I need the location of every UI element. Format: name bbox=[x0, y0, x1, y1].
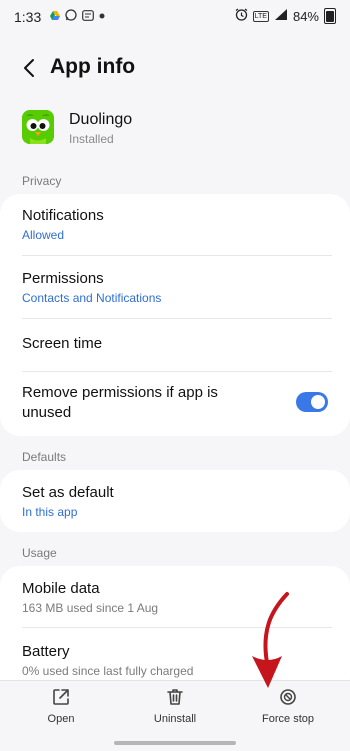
screen-time-item[interactable]: Screen time bbox=[22, 334, 332, 354]
uninstall-label: Uninstall bbox=[153, 713, 197, 725]
screen-time-title: Screen time bbox=[22, 335, 103, 352]
app-install-status: Installed bbox=[69, 132, 114, 146]
lte-icon: LTE bbox=[252, 10, 269, 22]
status-bar: 1:33 LTE 84% bbox=[0, 0, 350, 34]
remove-permissions-title-line2: unused bbox=[22, 404, 72, 421]
privacy-card: Notifications Allowed Permissions Contac… bbox=[0, 194, 350, 436]
defaults-card: Set as default In this app bbox=[0, 470, 350, 532]
home-indicator bbox=[114, 741, 236, 745]
remove-permissions-toggle[interactable] bbox=[296, 392, 328, 412]
permissions-title: Permissions bbox=[22, 270, 104, 287]
alarm-icon bbox=[235, 8, 248, 24]
permissions-item[interactable]: Permissions Contacts and Notifications bbox=[22, 269, 332, 305]
battery-percent: 84% bbox=[292, 8, 319, 24]
app-summary: Duolingo Installed bbox=[22, 110, 322, 154]
page-title: App info bbox=[50, 55, 136, 78]
section-usage: Usage bbox=[22, 546, 57, 560]
drive-icon bbox=[50, 10, 60, 23]
divider bbox=[22, 255, 332, 256]
open-button[interactable]: Open bbox=[16, 687, 106, 725]
section-defaults: Defaults bbox=[22, 450, 67, 464]
trash-icon bbox=[167, 689, 183, 705]
status-time: 1:33 bbox=[14, 9, 42, 25]
battery-icon bbox=[324, 8, 336, 24]
app-name: Duolingo bbox=[69, 111, 133, 128]
status-right: LTE 84% bbox=[235, 8, 336, 24]
notifications-status: Allowed bbox=[22, 228, 65, 242]
app-bar: App info bbox=[0, 48, 350, 92]
back-arrow-icon bbox=[24, 59, 34, 77]
toggle-knob bbox=[311, 395, 325, 409]
section-privacy: Privacy bbox=[22, 174, 62, 188]
duolingo-icon bbox=[22, 110, 54, 144]
open-label: Open bbox=[47, 713, 75, 725]
back-button[interactable] bbox=[18, 56, 42, 80]
set-as-default-sub: In this app bbox=[22, 505, 78, 519]
app-notification-icon bbox=[82, 9, 94, 24]
remove-permissions-title-line1: Remove permissions if app is bbox=[22, 384, 218, 401]
force-stop-label: Force stop bbox=[262, 713, 314, 725]
set-as-default-title: Set as default bbox=[22, 484, 114, 501]
open-external-icon bbox=[53, 689, 69, 705]
notifications-item[interactable]: Notifications Allowed bbox=[22, 206, 332, 242]
notifications-title: Notifications bbox=[22, 207, 104, 224]
permissions-summary: Contacts and Notifications bbox=[22, 291, 162, 305]
dot-icon bbox=[99, 11, 105, 22]
uninstall-button[interactable]: Uninstall bbox=[130, 687, 220, 725]
divider bbox=[22, 371, 332, 372]
set-as-default-item[interactable]: Set as default In this app bbox=[22, 483, 332, 519]
divider bbox=[22, 318, 332, 319]
notification-icons bbox=[50, 9, 105, 24]
signal-icon bbox=[274, 8, 288, 24]
remove-permissions-item[interactable]: Remove permissions if app is unused bbox=[22, 383, 280, 423]
annotation-arrow-icon bbox=[252, 592, 289, 688]
whatsapp-icon bbox=[65, 9, 77, 24]
